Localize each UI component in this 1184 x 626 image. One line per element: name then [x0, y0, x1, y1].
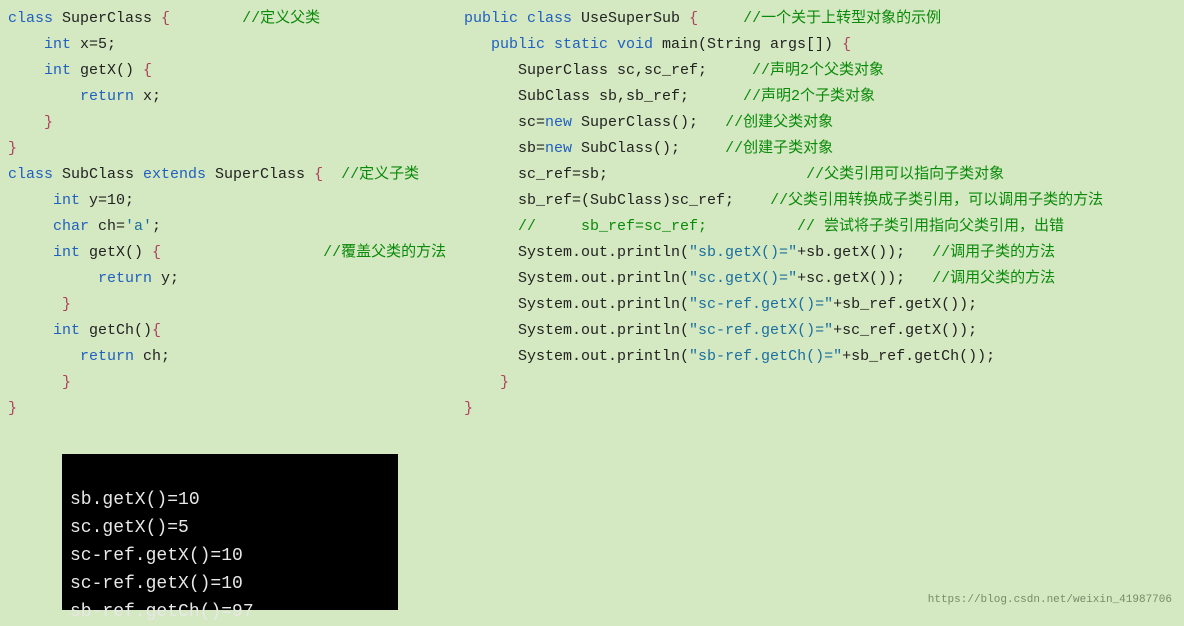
- code-line: public static void main(String args[]) {: [464, 32, 1176, 58]
- code-line: int getCh(){: [8, 318, 448, 344]
- console-line: sc-ref.getX()=10: [70, 574, 243, 594]
- code-line: class SuperClass { //定义父类: [8, 6, 448, 32]
- code-line: }: [8, 110, 448, 136]
- comment: //定义父类: [242, 10, 320, 27]
- console-line: sb-ref.getCh()=97: [70, 602, 254, 622]
- code-line: class SubClass extends SuperClass { //定义…: [8, 162, 448, 188]
- code-line: }: [8, 370, 448, 396]
- code-line: SuperClass sc,sc_ref; //声明2个父类对象: [464, 58, 1176, 84]
- code-line: int x=5;: [8, 32, 448, 58]
- console-line: sb.getX()=10: [70, 490, 200, 510]
- left-code-panel: class SuperClass { //定义父类 int x=5; int g…: [0, 0, 456, 612]
- right-code-panel: public class UseSuperSub { //一个关于上转型对象的示…: [456, 0, 1184, 612]
- code-container: class SuperClass { //定义父类 int x=5; int g…: [0, 0, 1184, 612]
- console-output: sb.getX()=10 sc.getX()=5 sc-ref.getX()=1…: [62, 454, 398, 610]
- keyword: class: [8, 10, 53, 27]
- code-line: int y=10;: [8, 188, 448, 214]
- console-line: sc-ref.getX()=10: [70, 546, 243, 566]
- console-line: sc.getX()=5: [70, 518, 189, 538]
- code-line: }: [464, 396, 1176, 422]
- code-line: }: [464, 370, 1176, 396]
- code-line: sb=new SubClass(); //创建子类对象: [464, 136, 1176, 162]
- code-line: }: [8, 396, 448, 422]
- code-line: int getX() { //覆盖父类的方法: [8, 240, 448, 266]
- code-line: }: [8, 292, 448, 318]
- code-line: char ch='a';: [8, 214, 448, 240]
- code-line: return ch;: [8, 344, 448, 370]
- watermark-text: https://blog.csdn.net/weixin_41987706: [928, 594, 1172, 606]
- code-line: sc=new SuperClass(); //创建父类对象: [464, 110, 1176, 136]
- code-line: sc_ref=sb; //父类引用可以指向子类对象: [464, 162, 1176, 188]
- code-line: System.out.println("sc.getX()="+sc.getX(…: [464, 266, 1176, 292]
- code-line: public class UseSuperSub { //一个关于上转型对象的示…: [464, 6, 1176, 32]
- code-line: System.out.println("sb-ref.getCh()="+sb_…: [464, 344, 1176, 370]
- code-line: sb_ref=(SubClass)sc_ref; //父类引用转换成子类引用，可…: [464, 188, 1176, 214]
- code-line: return y;: [8, 266, 448, 292]
- code-line: return x;: [8, 84, 448, 110]
- code-line: }: [8, 136, 448, 162]
- code-line: // sb_ref=sc_ref; // 尝试将子类引用指向父类引用，出错: [464, 214, 1176, 240]
- code-line: System.out.println("sb.getX()="+sb.getX(…: [464, 240, 1176, 266]
- code-line: System.out.println("sc-ref.getX()="+sb_r…: [464, 292, 1176, 318]
- code-line: int getX() {: [8, 58, 448, 84]
- code-line: SubClass sb,sb_ref; //声明2个子类对象: [464, 84, 1176, 110]
- code-line: System.out.println("sc-ref.getX()="+sc_r…: [464, 318, 1176, 344]
